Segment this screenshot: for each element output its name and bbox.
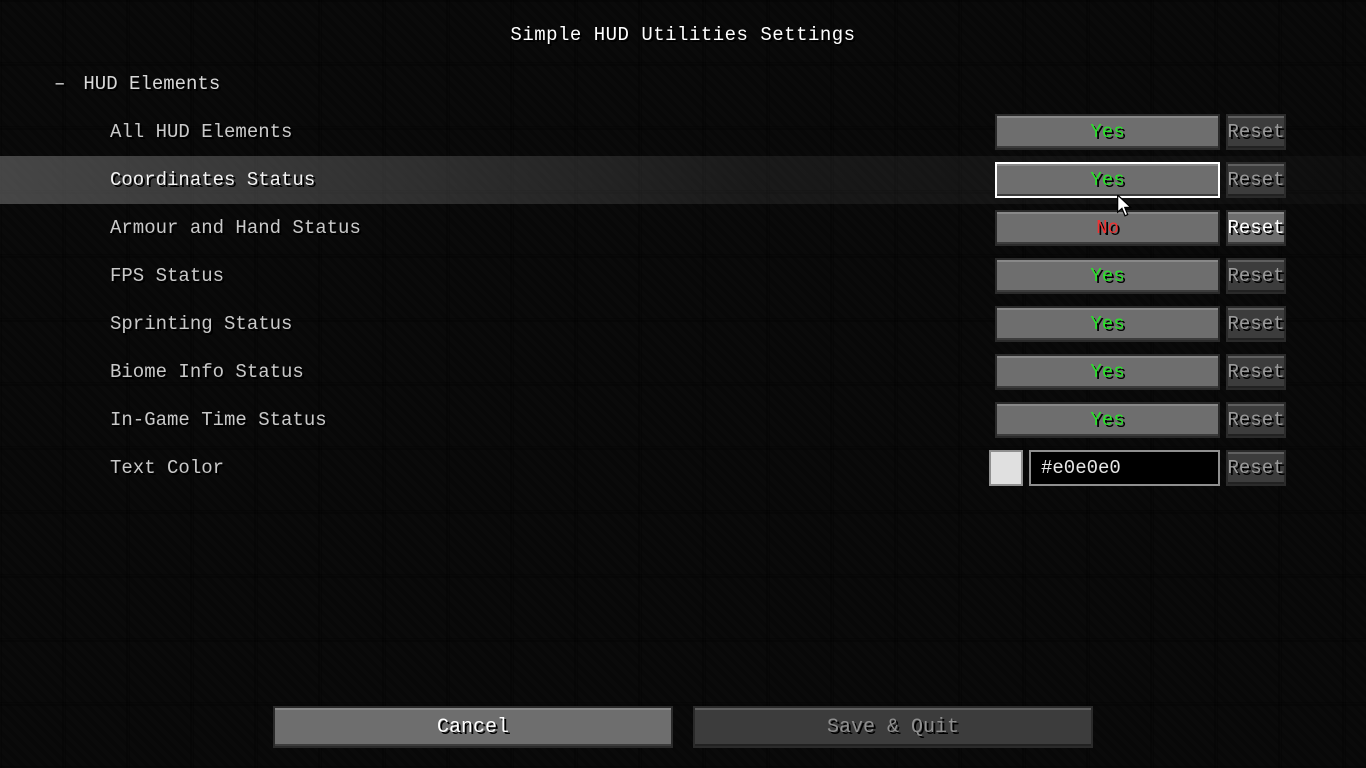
setting-label: Text Color <box>110 457 224 479</box>
section-hud-elements[interactable]: – HUD Elements <box>0 60 1366 108</box>
setting-label: In-Game Time Status <box>110 409 327 431</box>
toggle-value-yes: Yes <box>1090 265 1124 287</box>
toggle-value-yes: Yes <box>1090 169 1124 191</box>
setting-controls: Yes Reset <box>995 402 1286 438</box>
setting-row-all-hud-elements: All HUD Elements Yes Reset <box>0 108 1366 156</box>
page-title: Simple HUD Utilities Settings <box>0 24 1366 46</box>
reset-button-biome-info-status: Reset <box>1226 354 1286 390</box>
reset-button-all-hud-elements: Reset <box>1226 114 1286 150</box>
setting-row-coordinates-status: Coordinates Status Yes Reset <box>0 156 1366 204</box>
setting-controls: Yes Reset <box>995 306 1286 342</box>
setting-controls: No Reset <box>995 210 1286 246</box>
setting-row-ingame-time-status: In-Game Time Status Yes Reset <box>0 396 1366 444</box>
setting-label: Sprinting Status <box>110 313 292 335</box>
toggle-value-yes: Yes <box>1090 409 1124 431</box>
setting-controls: Yes Reset <box>995 354 1286 390</box>
reset-button-armour-hand-status[interactable]: Reset <box>1226 210 1286 246</box>
cancel-button[interactable]: Cancel <box>273 706 673 748</box>
footer: Cancel Save & Quit <box>0 706 1366 756</box>
toggle-sprinting-status[interactable]: Yes <box>995 306 1220 342</box>
setting-label: Coordinates Status <box>110 169 315 191</box>
setting-label: Biome Info Status <box>110 361 304 383</box>
save-quit-button[interactable]: Save & Quit <box>693 706 1093 748</box>
toggle-value-yes: Yes <box>1090 121 1124 143</box>
toggle-ingame-time-status[interactable]: Yes <box>995 402 1220 438</box>
reset-button-text-color: Reset <box>1226 450 1286 486</box>
toggle-value-yes: Yes <box>1090 313 1124 335</box>
reset-button-coordinates-status: Reset <box>1226 162 1286 198</box>
setting-label: All HUD Elements <box>110 121 292 143</box>
reset-button-fps-status: Reset <box>1226 258 1286 294</box>
setting-controls: Yes Reset <box>995 114 1286 150</box>
setting-row-text-color: Text Color #e0e0e0Reset <box>0 444 1366 492</box>
setting-label: FPS Status <box>110 265 224 287</box>
setting-controls: Yes Reset <box>995 162 1286 198</box>
setting-controls: Yes Reset <box>995 258 1286 294</box>
collapse-icon: – <box>54 73 65 95</box>
setting-label: Armour and Hand Status <box>110 217 361 239</box>
setting-row-biome-info-status: Biome Info Status Yes Reset <box>0 348 1366 396</box>
color-input[interactable]: #e0e0e0 <box>1029 450 1220 486</box>
toggle-value-yes: Yes <box>1090 361 1124 383</box>
color-swatch[interactable] <box>989 450 1023 486</box>
toggle-fps-status[interactable]: Yes <box>995 258 1220 294</box>
toggle-all-hud-elements[interactable]: Yes <box>995 114 1220 150</box>
toggle-coordinates-status[interactable]: Yes <box>995 162 1220 198</box>
toggle-armour-hand-status[interactable]: No <box>995 210 1220 246</box>
reset-button-sprinting-status: Reset <box>1226 306 1286 342</box>
settings-list: – HUD Elements All HUD ElementsYesResetC… <box>0 60 1366 700</box>
setting-controls: #e0e0e0Reset <box>989 450 1286 486</box>
setting-row-sprinting-status: Sprinting Status Yes Reset <box>0 300 1366 348</box>
toggle-biome-info-status[interactable]: Yes <box>995 354 1220 390</box>
section-label: HUD Elements <box>83 73 220 95</box>
reset-button-ingame-time-status: Reset <box>1226 402 1286 438</box>
toggle-value-no: No <box>1096 217 1119 239</box>
setting-row-armour-hand-status: Armour and Hand Status No Reset <box>0 204 1366 252</box>
setting-row-fps-status: FPS Status Yes Reset <box>0 252 1366 300</box>
